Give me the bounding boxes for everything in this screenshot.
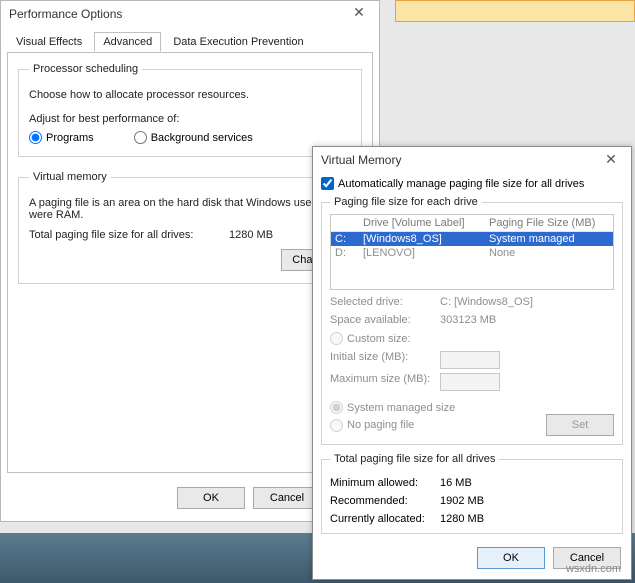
col-drive: Drive [Volume Label]: [363, 217, 489, 229]
recommended-label: Recommended:: [330, 495, 440, 507]
drive-list-header: Drive [Volume Label] Paging File Size (M…: [331, 215, 613, 232]
virtual-memory-dialog: Virtual Memory ✕ Automatically manage pa…: [312, 146, 632, 580]
scheduling-desc: Choose how to allocate processor resourc…: [29, 89, 351, 101]
radio-programs[interactable]: Programs: [29, 131, 94, 144]
dialog-title: Performance Options: [9, 7, 122, 21]
radio-programs-input[interactable]: [29, 131, 42, 144]
radio-background-services[interactable]: Background services: [134, 131, 253, 144]
drive-label: [LENOVO]: [363, 247, 489, 259]
totals-group: Total paging file size for all drives Mi…: [321, 453, 623, 534]
drive-letter: D:: [335, 247, 363, 259]
radio-custom-size: Custom size:: [330, 332, 614, 345]
radio-no-paging: No paging file: [330, 419, 546, 432]
drive-size: None: [489, 247, 609, 259]
radio-background-input[interactable]: [134, 131, 147, 144]
auto-manage-checkbox-row[interactable]: Automatically manage paging file size fo…: [321, 177, 623, 190]
radio-nopage-input: [330, 419, 343, 432]
close-icon[interactable]: ✕: [339, 1, 379, 23]
cancel-button[interactable]: Cancel: [253, 487, 321, 509]
recommended-value: 1902 MB: [440, 495, 484, 507]
ok-button[interactable]: OK: [177, 487, 245, 509]
auto-manage-checkbox[interactable]: [321, 177, 334, 190]
currently-allocated-label: Currently allocated:: [330, 513, 440, 525]
tab-dep[interactable]: Data Execution Prevention: [164, 32, 312, 52]
auto-manage-label: Automatically manage paging file size fo…: [338, 178, 584, 190]
radio-sysman-input: [330, 401, 343, 414]
radio-custom-input: [330, 332, 343, 345]
vm-desc: A paging file is an area on the hard dis…: [29, 197, 351, 221]
drive-size: System managed: [489, 233, 609, 245]
vm-ok-button[interactable]: OK: [477, 547, 545, 569]
space-available-value: 303123 MB: [440, 314, 496, 326]
each-drive-legend: Paging file size for each drive: [330, 196, 482, 208]
tab-bar: Visual Effects Advanced Data Execution P…: [7, 31, 373, 53]
paging-each-drive-group: Paging file size for each drive Drive [V…: [321, 196, 623, 445]
processor-scheduling-group: Processor scheduling Choose how to alloc…: [18, 63, 362, 157]
drive-list[interactable]: Drive [Volume Label] Paging File Size (M…: [330, 214, 614, 290]
space-available-label: Space available:: [330, 314, 440, 326]
tab-visual-effects[interactable]: Visual Effects: [7, 32, 91, 52]
adjust-label: Adjust for best performance of:: [29, 113, 351, 125]
drive-row[interactable]: C: [Windows8_OS] System managed: [331, 232, 613, 246]
vm-dialog-title: Virtual Memory: [321, 153, 401, 167]
vm-total-label: Total paging file size for all drives:: [29, 229, 229, 241]
close-icon[interactable]: ✕: [591, 147, 631, 171]
selected-drive-label: Selected drive:: [330, 296, 440, 308]
virtual-memory-group: Virtual memory A paging file is an area …: [18, 171, 362, 284]
vm-total-value: 1280 MB: [229, 229, 273, 241]
col-size: Paging File Size (MB): [489, 217, 609, 229]
initial-size-label: Initial size (MB):: [330, 351, 440, 369]
maximum-size-label: Maximum size (MB):: [330, 373, 440, 391]
radio-sysman-label: System managed size: [347, 402, 455, 414]
totals-legend: Total paging file size for all drives: [330, 453, 499, 465]
radio-programs-label: Programs: [46, 132, 94, 144]
radio-system-managed: System managed size: [330, 401, 614, 414]
background-window-fragment: [395, 0, 635, 22]
min-allowed-value: 16 MB: [440, 477, 472, 489]
radio-background-label: Background services: [151, 132, 253, 144]
processor-scheduling-legend: Processor scheduling: [29, 63, 142, 75]
drive-row[interactable]: D: [LENOVO] None: [331, 246, 613, 260]
drive-label: [Windows8_OS]: [363, 233, 489, 245]
currently-allocated-value: 1280 MB: [440, 513, 484, 525]
maximum-size-input: [440, 373, 500, 391]
selected-drive-value: C: [Windows8_OS]: [440, 296, 533, 308]
watermark: wsxdn.com: [566, 563, 621, 575]
set-button: Set: [546, 414, 614, 436]
min-allowed-label: Minimum allowed:: [330, 477, 440, 489]
radio-custom-label: Custom size:: [347, 333, 411, 345]
tab-advanced[interactable]: Advanced: [94, 32, 161, 52]
virtual-memory-legend: Virtual memory: [29, 171, 111, 183]
initial-size-input: [440, 351, 500, 369]
drive-letter: C:: [335, 233, 363, 245]
radio-nopage-label: No paging file: [347, 419, 414, 431]
